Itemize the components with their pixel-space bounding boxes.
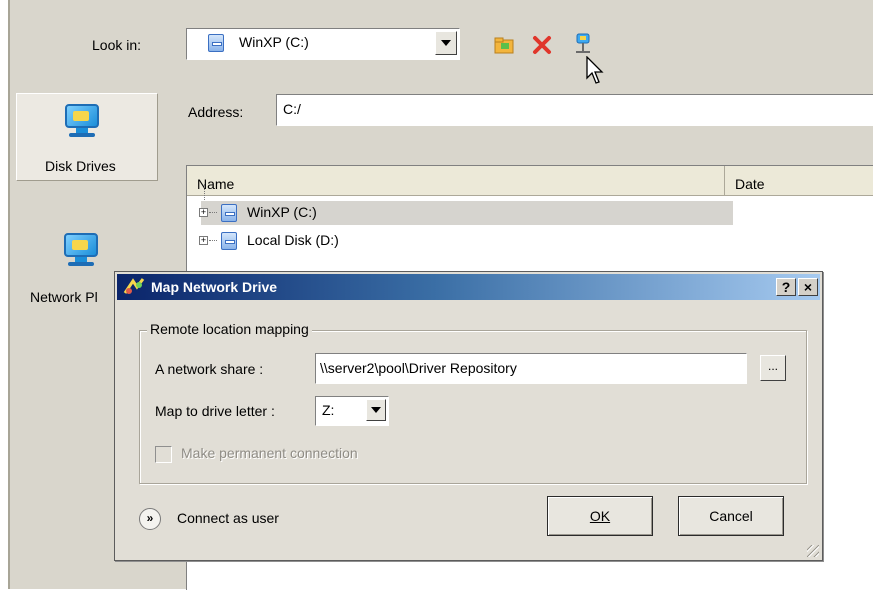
expand-icon[interactable]: +	[199, 236, 208, 245]
ok-button[interactable]: OK	[547, 496, 653, 536]
chevron-down-icon[interactable]	[435, 31, 457, 55]
look-in-label: Look in:	[92, 37, 142, 53]
dialog-app-icon	[123, 277, 145, 300]
tree-row-label: WinXP (C:)	[247, 204, 317, 220]
drive-icon	[221, 204, 237, 222]
browse-button[interactable]: ...	[760, 355, 786, 381]
sidebar-item-label: Network Pl	[30, 289, 98, 305]
address-value: C:/	[283, 101, 301, 117]
connect-as-user-link[interactable]: Connect as user	[177, 510, 279, 526]
window-border	[8, 0, 10, 589]
address-label: Address:	[188, 104, 244, 120]
help-button[interactable]: ?	[776, 278, 796, 296]
expand-icon[interactable]: +	[199, 208, 208, 217]
dialog-titlebar[interactable]: Map Network Drive ? ×	[117, 274, 820, 300]
network-share-value: \\server2\pool\Driver Repository	[320, 360, 517, 376]
sidebar-item-label: Disk Drives	[45, 158, 116, 174]
tree-row-label: Local Disk (D:)	[247, 232, 339, 248]
delete-icon[interactable]	[532, 35, 552, 55]
drive-letter-label: Map to drive letter :	[155, 403, 275, 419]
network-share-input[interactable]: \\server2\pool\Driver Repository	[315, 353, 747, 384]
permanent-connection-label: Make permanent connection	[181, 445, 358, 461]
look-in-combo[interactable]: WinXP (C:)	[186, 28, 460, 60]
disk-drives-icon	[65, 104, 101, 138]
resize-grip-icon[interactable]	[807, 545, 819, 557]
drive-icon	[208, 34, 224, 52]
look-in-value: WinXP (C:)	[239, 34, 309, 50]
close-button[interactable]: ×	[798, 278, 818, 296]
drive-letter-value: Z:	[322, 402, 335, 418]
cancel-button-label: Cancel	[709, 508, 753, 524]
permanent-connection-checkbox[interactable]	[155, 446, 172, 463]
mouse-cursor-icon	[586, 55, 606, 89]
column-header-name[interactable]: Name	[187, 166, 725, 196]
cancel-button[interactable]: Cancel	[678, 496, 784, 536]
drive-letter-select[interactable]: Z:	[315, 396, 389, 426]
tree-row-winxp[interactable]: + WinXP (C:)	[193, 201, 753, 225]
chevron-down-icon[interactable]	[366, 399, 386, 421]
address-input[interactable]: C:/	[276, 94, 873, 126]
map-network-drive-dialog: Map Network Drive ? × Remote location ma…	[114, 271, 823, 561]
ok-button-label: OK	[589, 508, 611, 524]
new-folder-icon[interactable]	[494, 36, 516, 54]
column-header-date[interactable]: Date	[725, 166, 873, 196]
group-label: Remote location mapping	[147, 321, 312, 337]
chevron-down-icon[interactable]: »	[139, 508, 161, 530]
dialog-title: Map Network Drive	[151, 279, 278, 295]
sidebar-item-disk-drives[interactable]: Disk Drives	[16, 93, 158, 181]
network-share-label: A network share :	[155, 361, 264, 377]
drive-icon	[221, 232, 237, 250]
network-places-icon	[64, 233, 100, 267]
tree-row-local-disk[interactable]: + Local Disk (D:)	[193, 229, 753, 253]
